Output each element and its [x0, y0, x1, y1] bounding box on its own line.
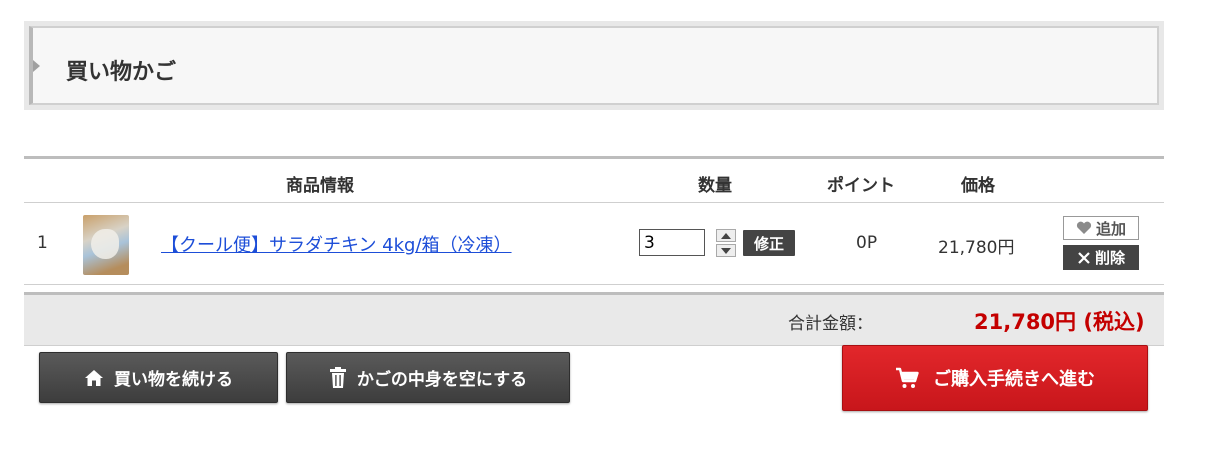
table-row: 1 【クール便】サラダチキン 4kg/箱（冷凍） 修正 0P 21,780円 追…: [24, 203, 1164, 285]
checkout-button[interactable]: ご購入手続きへ進む: [842, 345, 1148, 411]
continue-shopping-button[interactable]: 買い物を続ける: [39, 352, 278, 403]
total-amount: 21,780円 (税込): [974, 310, 1145, 334]
header-product: 商品情報: [286, 176, 354, 196]
total-row: 合計金額： 21,780円 (税込): [24, 292, 1164, 346]
page-header: 買い物かご: [24, 21, 1164, 110]
update-quantity-button[interactable]: 修正: [743, 230, 795, 256]
header-price: 価格: [961, 176, 995, 196]
cart-page: 買い物かご 商品情報 数量 ポイント 価格 1 【クール便】サラダチキン 4kg…: [0, 0, 1231, 468]
continue-shopping-label: 買い物を続ける: [114, 370, 233, 390]
quantity-increase-button[interactable]: [716, 229, 736, 242]
home-icon: [84, 369, 104, 387]
header-arrow-icon: [33, 60, 40, 72]
point-value: 0P: [856, 233, 878, 253]
header-quantity: 数量: [698, 176, 732, 196]
product-thumbnail[interactable]: [83, 215, 129, 275]
delete-item-button[interactable]: 削除: [1063, 245, 1139, 270]
delete-label: 削除: [1094, 249, 1125, 267]
heart-icon: [1076, 221, 1092, 235]
total-label: 合計金額：: [788, 314, 873, 334]
checkout-label: ご購入手続きへ進む: [933, 369, 1095, 390]
arrow-down-icon: [721, 247, 731, 254]
row-index: 1: [37, 233, 48, 253]
add-favorite-button[interactable]: 追加: [1063, 216, 1139, 240]
quantity-decrease-button[interactable]: [716, 244, 736, 257]
page-title: 買い物かご: [66, 60, 177, 85]
price-value: 21,780円: [938, 238, 1015, 258]
cart-icon: [895, 367, 919, 389]
header-point: ポイント: [827, 176, 895, 196]
table-header: 商品情報 数量 ポイント 価格: [24, 156, 1164, 203]
arrow-up-icon: [721, 232, 731, 239]
trash-icon: [329, 366, 347, 389]
empty-cart-button[interactable]: かごの中身を空にする: [286, 352, 570, 403]
add-label: 追加: [1095, 219, 1126, 238]
cart-table: 商品情報 数量 ポイント 価格 1 【クール便】サラダチキン 4kg/箱（冷凍）…: [24, 156, 1164, 346]
quantity-input[interactable]: [639, 229, 705, 256]
product-name-link[interactable]: 【クール便】サラダチキン 4kg/箱（冷凍）: [161, 231, 512, 257]
quantity-stepper: [716, 229, 736, 257]
close-icon: [1077, 251, 1091, 265]
empty-cart-label: かごの中身を空にする: [356, 370, 528, 390]
